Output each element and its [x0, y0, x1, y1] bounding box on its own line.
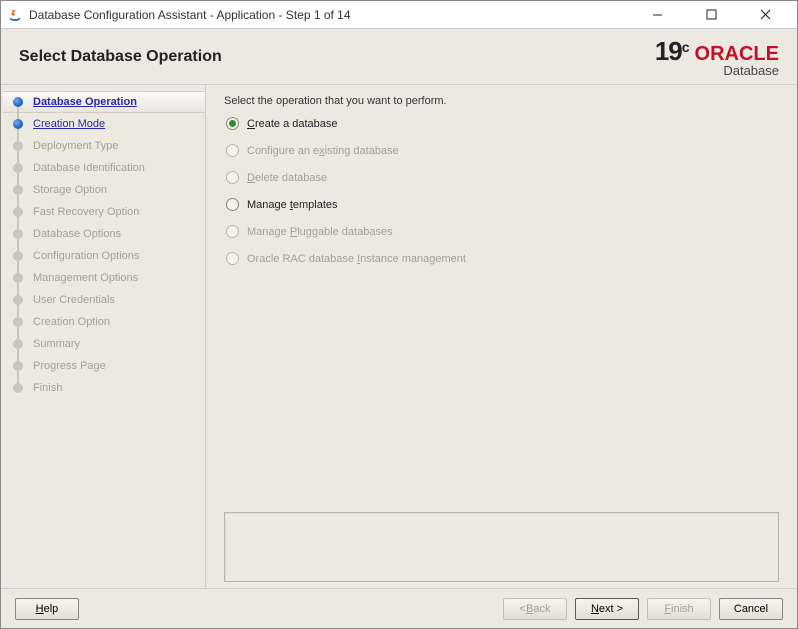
- wizard-step[interactable]: Creation Mode: [3, 113, 205, 135]
- radio-icon[interactable]: [226, 117, 239, 130]
- brand-sub: Database: [695, 64, 779, 77]
- wizard-footer: Help < Back Next > Finish Cancel: [1, 588, 797, 628]
- step-label: Database Operation: [33, 96, 137, 108]
- oracle-brand: 19c ORACLE Database: [655, 36, 779, 77]
- step-dot-icon: [13, 185, 23, 195]
- finish-button: Finish: [647, 598, 711, 620]
- wizard-step: Progress Page: [3, 355, 205, 377]
- close-button[interactable]: [747, 5, 783, 25]
- wizard-step: Finish: [3, 377, 205, 399]
- step-label: Configuration Options: [33, 250, 139, 262]
- content-pane: Select the operation that you want to pe…: [206, 85, 797, 588]
- wizard-step[interactable]: Database Operation: [3, 91, 205, 113]
- wizard-steps-sidebar: Database Operation Creation Mode Deploymen…: [1, 85, 206, 588]
- option-label: Manage templates: [247, 199, 338, 211]
- operation-prompt: Select the operation that you want to pe…: [224, 95, 779, 107]
- next-button[interactable]: Next >: [575, 598, 639, 620]
- wizard-step: Database Identification: [3, 157, 205, 179]
- wizard-step: Storage Option: [3, 179, 205, 201]
- option-label: Create a database: [247, 118, 338, 130]
- step-dot-icon: [13, 383, 23, 393]
- option-label: Configure an existing database: [247, 145, 399, 157]
- wizard-step: Database Options: [3, 223, 205, 245]
- step-dot-icon: [13, 273, 23, 283]
- title-bar: Database Configuration Assistant - Appli…: [1, 1, 797, 29]
- back-button: < Back: [503, 598, 567, 620]
- option-label: Delete database: [247, 172, 327, 184]
- wizard-step: Configuration Options: [3, 245, 205, 267]
- wizard-step: Deployment Type: [3, 135, 205, 157]
- step-dot-icon: [13, 119, 23, 129]
- step-label: Fast Recovery Option: [33, 206, 139, 218]
- option-label: Manage Pluggable databases: [247, 226, 393, 238]
- window-title: Database Configuration Assistant - Appli…: [29, 8, 351, 22]
- step-label: Summary: [33, 338, 80, 350]
- step-dot-icon: [13, 207, 23, 217]
- operation-option[interactable]: Manage templates: [226, 198, 779, 211]
- step-dot-icon: [13, 141, 23, 151]
- step-label: Deployment Type: [33, 140, 118, 152]
- maximize-button[interactable]: [693, 5, 729, 25]
- step-label: Creation Mode: [33, 118, 105, 130]
- wizard-step: Management Options: [3, 267, 205, 289]
- page-title: Select Database Operation: [19, 48, 222, 66]
- radio-icon: [226, 225, 239, 238]
- step-dot-icon: [13, 97, 23, 107]
- step-label: Progress Page: [33, 360, 106, 372]
- operation-option: Configure an existing database: [226, 144, 779, 157]
- radio-icon[interactable]: [226, 198, 239, 211]
- minimize-button[interactable]: [639, 5, 675, 25]
- step-label: Storage Option: [33, 184, 107, 196]
- step-label: Database Identification: [33, 162, 145, 174]
- step-dot-icon: [13, 251, 23, 261]
- operation-option[interactable]: Create a database: [226, 117, 779, 130]
- java-icon: [7, 7, 23, 23]
- radio-icon: [226, 252, 239, 265]
- step-label: Creation Option: [33, 316, 110, 328]
- step-dot-icon: [13, 361, 23, 371]
- step-label: Database Options: [33, 228, 121, 240]
- radio-icon: [226, 171, 239, 184]
- main-area: Database Operation Creation Mode Deploymen…: [1, 85, 797, 588]
- version-label: 19c: [655, 36, 689, 67]
- wizard-header: Select Database Operation 19c ORACLE Dat…: [1, 29, 797, 85]
- operation-option: Delete database: [226, 171, 779, 184]
- radio-icon: [226, 144, 239, 157]
- operation-option: Manage Pluggable databases: [226, 225, 779, 238]
- wizard-step: Summary: [3, 333, 205, 355]
- step-dot-icon: [13, 295, 23, 305]
- brand-name: ORACLE: [695, 44, 779, 64]
- step-dot-icon: [13, 163, 23, 173]
- operation-options: Create a database Configure an existing d…: [226, 117, 779, 265]
- wizard-step: Fast Recovery Option: [3, 201, 205, 223]
- cancel-button[interactable]: Cancel: [719, 598, 783, 620]
- step-dot-icon: [13, 229, 23, 239]
- step-label: Finish: [33, 382, 62, 394]
- step-dot-icon: [13, 339, 23, 349]
- wizard-step: User Credentials: [3, 289, 205, 311]
- step-label: Management Options: [33, 272, 138, 284]
- help-button[interactable]: Help: [15, 598, 79, 620]
- wizard-step: Creation Option: [3, 311, 205, 333]
- operation-option: Oracle RAC database Instance management: [226, 252, 779, 265]
- option-label: Oracle RAC database Instance management: [247, 253, 466, 265]
- message-area: [224, 512, 779, 582]
- window-controls: [639, 5, 791, 25]
- step-dot-icon: [13, 317, 23, 327]
- step-label: User Credentials: [33, 294, 115, 306]
